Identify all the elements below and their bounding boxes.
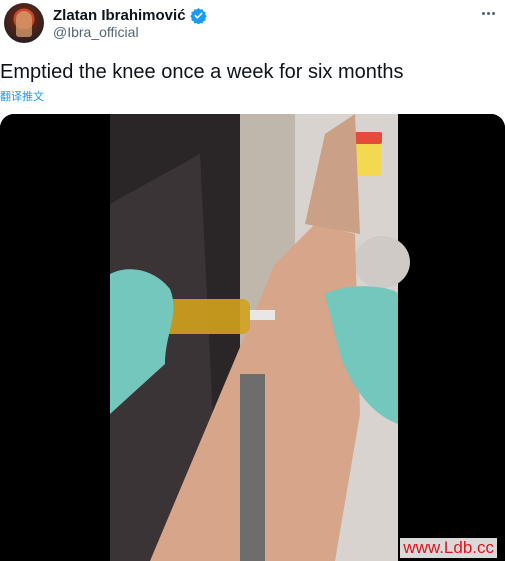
avatar-figure bbox=[16, 11, 32, 37]
video-frame bbox=[0, 114, 505, 561]
translate-tweet-link[interactable]: 翻译推文 bbox=[0, 88, 44, 104]
tweet-text: Emptied the knee once a week for six mon… bbox=[0, 61, 404, 83]
avatar[interactable] bbox=[4, 3, 44, 43]
name-row: Zlatan Ibrahimović bbox=[53, 5, 207, 25]
tweet-video[interactable]: www.Ldb.cc bbox=[0, 114, 505, 561]
display-name[interactable]: Zlatan Ibrahimović bbox=[53, 7, 186, 24]
watermark-text: www.Ldb.cc bbox=[400, 538, 497, 558]
tweet-header: Zlatan Ibrahimović @Ibra_official bbox=[0, 0, 505, 56]
verified-badge-icon bbox=[189, 7, 207, 24]
user-handle[interactable]: @Ibra_official bbox=[53, 24, 139, 40]
more-horizontal-icon[interactable] bbox=[477, 4, 499, 22]
